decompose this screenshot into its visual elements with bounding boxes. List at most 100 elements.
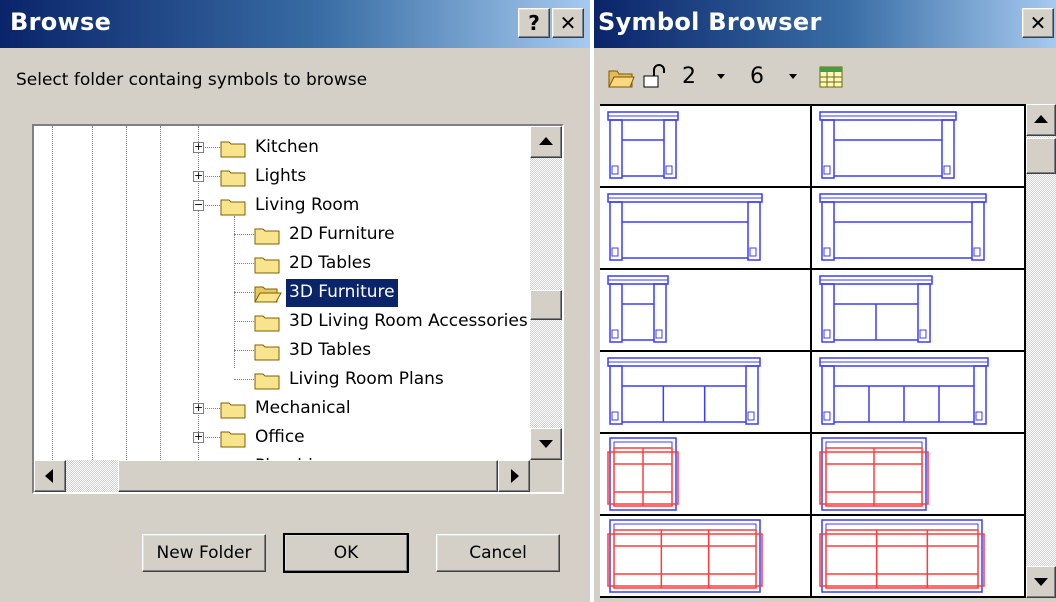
collapse-icon[interactable]: −: [193, 199, 204, 211]
tree-item-label[interactable]: 2D Furniture: [286, 221, 398, 249]
tree-connector: [234, 292, 254, 293]
browse-titlebar[interactable]: Browse ? ✕: [0, 0, 590, 48]
folder-icon[interactable]: [220, 399, 248, 419]
grid-icon: [819, 66, 843, 88]
folder-tree-content: + Kitchen + Lights − Living Room 2D Furniture 2…: [34, 126, 530, 460]
symbol-vscrollbar[interactable]: [1026, 104, 1056, 598]
tree-item-label[interactable]: Lights: [252, 163, 309, 191]
symbol-cell[interactable]: [600, 106, 810, 186]
symbol-cell[interactable]: [812, 352, 1024, 432]
scroll-down-button[interactable]: [530, 428, 562, 460]
tree-item-label[interactable]: 3D Furniture: [286, 279, 398, 307]
tree-item-label[interactable]: Living Room: [252, 192, 362, 220]
symbol-cell[interactable]: [812, 434, 1024, 514]
tree-item-label[interactable]: Kitchen: [252, 134, 322, 162]
arrow-left-icon: [45, 469, 53, 483]
symbol-cell[interactable]: [600, 516, 810, 596]
folder-open-icon: [608, 70, 635, 88]
symbol-scroll-down-button[interactable]: [1026, 566, 1056, 598]
new-folder-button[interactable]: New Folder: [142, 534, 266, 572]
scroll-right-button[interactable]: [498, 460, 530, 492]
sofa-plan-red-icon: [607, 519, 763, 593]
folder-icon[interactable]: [254, 312, 282, 332]
symbol-cell[interactable]: [600, 434, 810, 514]
expand-icon[interactable]: +: [193, 141, 204, 153]
sofa-front-long-alt-icon: [819, 193, 987, 261]
rows-value: 6: [750, 64, 764, 89]
symbol-browser-titlebar[interactable]: Symbol Browser ✕: [594, 0, 1056, 48]
tree-guide-line: [92, 126, 93, 460]
columns-dropdown-icon[interactable]: [714, 68, 728, 84]
expand-icon[interactable]: +: [193, 402, 204, 414]
settings-button[interactable]: [816, 62, 846, 92]
browse-title: Browse: [10, 8, 112, 36]
rows-select[interactable]: 6: [746, 60, 808, 92]
arrow-up-icon: [1034, 115, 1048, 123]
columns-select[interactable]: 2: [676, 60, 738, 92]
tree-hscrollbar[interactable]: [34, 460, 530, 492]
arrow-down-icon: [1034, 578, 1048, 586]
tree-guide-line: [126, 126, 127, 460]
tree-connector: [234, 263, 254, 264]
tree-item-label[interactable]: Mechanical: [252, 395, 354, 423]
sofa-three-front-icon: [607, 357, 761, 425]
symbol-cell[interactable]: [600, 188, 810, 268]
rows-dropdown-icon[interactable]: [786, 68, 800, 84]
arrow-right-icon: [511, 469, 519, 483]
sofa-front-small-icon: [607, 111, 679, 179]
help-button[interactable]: ?: [518, 8, 550, 38]
cancel-button[interactable]: Cancel: [436, 534, 560, 572]
scroll-left-button[interactable]: [34, 460, 66, 492]
folder-icon[interactable]: [220, 138, 248, 158]
lock-button[interactable]: [640, 62, 668, 92]
expand-icon[interactable]: +: [193, 431, 204, 443]
hscroll-thumb[interactable]: [118, 460, 498, 492]
columns-value: 2: [682, 64, 696, 89]
close-button[interactable]: ✕: [552, 8, 584, 38]
tree-connector: [234, 379, 254, 380]
scroll-up-button[interactable]: [530, 126, 562, 158]
symbol-cell[interactable]: [812, 516, 1024, 596]
symbol-scroll-up-button[interactable]: [1026, 104, 1056, 136]
folder-icon[interactable]: [254, 370, 282, 390]
folder-icon[interactable]: [220, 428, 248, 448]
symbol-scroll-thumb[interactable]: [1026, 138, 1056, 174]
symbol-cell[interactable]: [812, 188, 1024, 268]
symbol-browser-close-button[interactable]: ✕: [1022, 8, 1054, 38]
tree-item-label[interactable]: Living Room Plans: [286, 366, 447, 394]
tree-item-label[interactable]: Office: [252, 424, 308, 452]
open-folder-button[interactable]: [606, 62, 636, 92]
chair-front-icon: [607, 275, 669, 343]
tree-item-label[interactable]: 2D Tables: [286, 250, 374, 278]
ok-button[interactable]: OK: [283, 533, 409, 573]
sofa-four-front-icon: [819, 357, 989, 425]
tree-item-label[interactable]: Plumbing: [252, 453, 337, 460]
folder-icon[interactable]: [254, 225, 282, 245]
symbol-cell[interactable]: [600, 352, 810, 432]
tree-guide-line: [160, 126, 161, 460]
scroll-corner: [530, 460, 562, 492]
sofa-front-small-icon: [819, 111, 957, 179]
tree-item-label[interactable]: 3D Living Room Accessories: [286, 308, 530, 336]
folder-tree[interactable]: + Kitchen + Lights − Living Room 2D Furniture 2…: [32, 124, 564, 494]
arrow-down-icon: [539, 440, 553, 448]
folder-icon[interactable]: [220, 167, 248, 187]
expand-icon[interactable]: +: [193, 170, 204, 182]
symbol-cell[interactable]: [812, 270, 1024, 350]
sofa-front-long-icon: [607, 193, 763, 261]
folder-icon[interactable]: [220, 196, 248, 216]
loveseat-front-icon: [819, 275, 933, 343]
instruction-label: Select folder containg symbols to browse: [16, 70, 368, 90]
folder-icon[interactable]: [254, 341, 282, 361]
tree-vscrollbar[interactable]: [530, 126, 562, 460]
loveseat-plan-red-icon: [607, 437, 679, 511]
symbol-browser-window: Symbol Browser ✕ 2 6: [594, 0, 1056, 602]
arrow-up-icon: [539, 137, 553, 145]
folder-open-icon[interactable]: [254, 283, 282, 303]
symbol-cell[interactable]: [812, 106, 1024, 186]
tree-item-label[interactable]: 3D Tables: [286, 337, 374, 365]
scroll-thumb[interactable]: [530, 290, 562, 320]
symbol-cell[interactable]: [600, 270, 810, 350]
folder-icon[interactable]: [254, 254, 282, 274]
tree-connector: [234, 234, 254, 235]
